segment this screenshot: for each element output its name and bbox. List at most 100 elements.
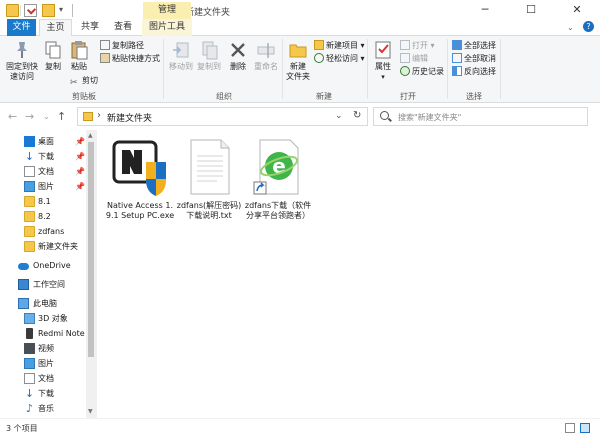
videos-icon xyxy=(24,343,35,354)
new-item-label: 新建项目 xyxy=(326,41,358,50)
select-group-label: 选择 xyxy=(466,92,482,101)
select-none-button[interactable]: 全部取消 xyxy=(452,53,496,65)
details-view-icon[interactable] xyxy=(565,423,575,433)
new-item-button[interactable]: 新建项目 ▾ xyxy=(314,40,365,52)
address-dropdown-icon[interactable]: ⌄ xyxy=(335,111,343,121)
nav-item-label: 音乐 xyxy=(38,404,54,413)
pin-icon[interactable]: 📌 xyxy=(75,179,85,194)
divider xyxy=(282,39,283,99)
breadcrumb-chevron-icon[interactable]: › xyxy=(97,110,101,121)
invert-selection-button[interactable]: 反向选择 xyxy=(452,66,496,78)
documents-icon xyxy=(24,166,35,177)
divider xyxy=(72,4,73,17)
open-button[interactable]: 打开 ▾ xyxy=(400,40,435,52)
select-all-button[interactable]: 全部选择 xyxy=(452,40,496,52)
move-to-button[interactable]: 移动到 xyxy=(168,40,194,72)
rename-button[interactable]: 重命名 xyxy=(252,40,280,72)
copy-path-button[interactable]: 复制路径 xyxy=(100,40,144,52)
file-item[interactable]: Native Access 1.9.1 Setup PC.exe xyxy=(105,136,175,221)
select-all-label: 全部选择 xyxy=(464,41,496,50)
rename-label: 重命名 xyxy=(254,62,278,71)
history-button[interactable]: 历史记录 xyxy=(400,66,444,78)
edit-button[interactable]: 编辑 xyxy=(400,53,428,65)
invert-selection-label: 反向选择 xyxy=(464,67,496,76)
network-icon xyxy=(18,279,29,290)
properties-button[interactable]: 属性 ▾ xyxy=(371,40,395,82)
new-folder-quick-icon[interactable] xyxy=(42,4,55,17)
cut-label: 剪切 xyxy=(82,76,98,85)
pin-icon[interactable]: 📌 xyxy=(75,134,85,149)
folder-icon xyxy=(24,196,35,207)
paste-icon xyxy=(69,40,89,60)
file-list: Native Access 1.9.1 Setup PC.exe zdfans(… xyxy=(97,130,600,418)
pin-quick-access-button[interactable]: 固定到快 速访问 xyxy=(4,40,40,82)
properties-quick-icon[interactable] xyxy=(24,4,37,17)
nav-item-label: 下载 xyxy=(38,389,54,398)
invert-selection-icon xyxy=(452,66,462,76)
nav-scrollbar[interactable]: ▲ ▼ xyxy=(86,130,96,418)
up-arrow-icon[interactable]: ↑ xyxy=(57,110,66,123)
file-item[interactable]: zdfans(解压密码)下载说明.txt xyxy=(174,136,244,221)
tab-file[interactable]: 文件 xyxy=(7,19,36,36)
tab-picture-tools[interactable]: 图片工具 xyxy=(142,19,192,36)
scroll-down-icon[interactable]: ▼ xyxy=(88,408,93,415)
paste-shortcut-button[interactable]: 粘贴快捷方式 xyxy=(100,53,160,65)
nav-item-label: 此电脑 xyxy=(33,299,57,308)
nav-item-label: 8.1 xyxy=(38,197,51,206)
tab-home[interactable]: 主页 xyxy=(39,19,72,37)
copy-button[interactable]: 复制 xyxy=(42,40,64,72)
forward-arrow-icon[interactable]: → xyxy=(25,110,34,123)
text-file-icon xyxy=(181,136,237,198)
file-name: Native Access 1.9.1 Setup PC.exe xyxy=(105,201,175,220)
item-count: 3 个项目 xyxy=(6,424,38,433)
delete-label: 删除 xyxy=(230,62,246,71)
help-icon[interactable]: ? xyxy=(583,21,594,32)
scroll-up-icon[interactable]: ▲ xyxy=(88,132,93,139)
copy-to-icon xyxy=(199,40,219,60)
cut-button[interactable]: ✂ 剪切 xyxy=(70,75,98,88)
large-icons-view-icon[interactable] xyxy=(580,423,590,433)
download-icon: ↓ xyxy=(24,150,35,163)
pin-icon[interactable]: 📌 xyxy=(75,164,85,179)
quick-access-dropdown-icon[interactable]: ▾ xyxy=(59,5,63,14)
status-bar: 3 个项目 xyxy=(0,418,600,436)
clipboard-group-label: 剪贴板 xyxy=(72,92,96,101)
organize-group-label: 组织 xyxy=(216,92,232,101)
recent-locations-chevron-icon[interactable]: ⌄ xyxy=(43,112,50,121)
file-item[interactable]: e zdfans下载（软件分享平台领跑者） xyxy=(243,136,313,221)
ribbon: 固定到快 速访问 复制 粘贴 复制路径 粘贴快捷方式 ✂ 剪切 剪贴板 移动到 复… xyxy=(0,36,600,103)
search-icon xyxy=(380,111,389,120)
easy-access-button[interactable]: 轻松访问 ▾ xyxy=(314,53,365,65)
pictures-icon xyxy=(24,358,35,369)
new-folder-icon xyxy=(288,40,308,60)
back-arrow-icon[interactable]: ← xyxy=(8,110,17,123)
new-folder-label: 新建 文件夹 xyxy=(286,62,310,81)
tab-share[interactable]: 共享 xyxy=(74,19,106,36)
window-title: 新建文件夹 xyxy=(185,8,231,18)
manage-context-tab[interactable]: 管理 xyxy=(143,2,191,19)
copy-to-button[interactable]: 复制到 xyxy=(196,40,222,72)
copy-label: 复制 xyxy=(45,62,61,71)
download-icon: ↓ xyxy=(24,387,35,400)
history-icon xyxy=(400,66,410,76)
folder-icon xyxy=(6,4,19,17)
select-all-icon xyxy=(452,40,462,50)
nav-item-label: Redmi Note xyxy=(38,329,85,338)
breadcrumb-current[interactable]: 新建文件夹 xyxy=(107,111,152,124)
scrollbar-thumb[interactable] xyxy=(88,142,94,357)
chevron-down-icon[interactable]: ⌄ xyxy=(567,23,574,32)
desktop-icon xyxy=(24,136,35,147)
delete-button[interactable]: 删除 xyxy=(226,40,250,72)
copy-path-icon xyxy=(100,40,110,50)
pin-icon[interactable]: 📌 xyxy=(75,149,85,164)
file-name: zdfans(解压密码)下载说明.txt xyxy=(176,201,242,220)
pin-quick-access-label: 固定到快 速访问 xyxy=(6,62,38,81)
address-bar[interactable]: › 新建文件夹 ⌄ ↻ xyxy=(77,107,368,126)
tab-view[interactable]: 查看 xyxy=(107,19,139,36)
paste-button[interactable]: 粘贴 xyxy=(68,40,90,72)
refresh-icon[interactable]: ↻ xyxy=(353,110,361,121)
search-input[interactable]: 搜索"新建文件夹" xyxy=(373,107,588,126)
divider xyxy=(20,5,21,16)
new-folder-button[interactable]: 新建 文件夹 xyxy=(285,40,311,82)
nav-item-label: 文档 xyxy=(38,167,54,176)
